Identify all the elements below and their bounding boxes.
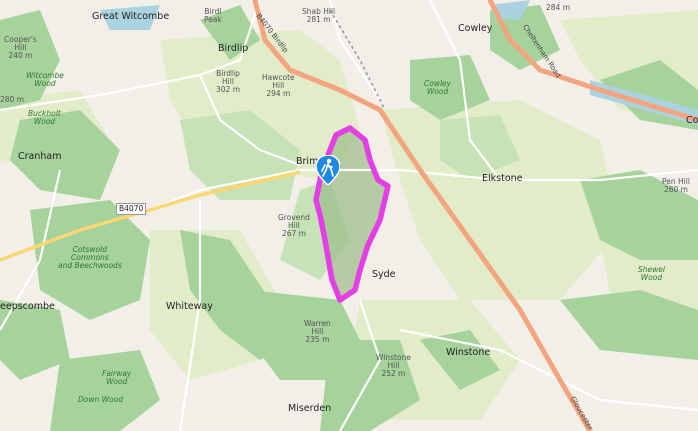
wood-witcombe-wood: Witcombe Wood [26,71,64,88]
wood-cotswold-commons: Cotswold Commons and Beechwoods [58,245,122,270]
place-winstone: Winstone [446,347,491,358]
place-whiteway: Whiteway [166,301,213,312]
hill-winstone-hill: Winstone Hill 252 m [376,353,411,378]
place-elkstone: Elkstone [482,173,523,184]
place-colesbourne: Co [686,115,698,126]
hill-birdlip-peak: Birdl Peak [204,7,222,24]
hill-coopers-hill: Cooper's Hill 240 m [4,35,37,60]
wood-shewel-wood: Shewel Wood [638,265,665,282]
spot-height-284: 284 m [546,3,571,12]
place-cranham: Cranham [18,151,62,162]
place-cowley: Cowley [458,23,493,34]
hill-pen-hill: Pen Hill 260 m [662,177,690,194]
map-base-layer [0,0,698,431]
wood-cowley-wood: Cowley Wood [424,79,452,96]
hiker-marker[interactable] [316,155,340,185]
place-birdlip: Birdlip [218,43,249,54]
place-miserden: Miserden [288,403,332,414]
hill-shab-hill: Shab Hill 281 m [302,7,336,24]
place-syde: Syde [372,269,396,280]
place-brimpsfield: Brim [296,156,319,167]
hill-hawcote-hill: Hawcote Hill 294 m [262,73,295,98]
wood-buckholt-wood: Buckholt Wood [28,109,61,126]
wood-fairway-wood: Fairway Wood [102,369,132,386]
hiker-icon [316,155,340,185]
hill-warren-hill: Warren Hill 235 m [304,319,331,344]
hill-birdlip-hill: Birdlip Hill 302 m [216,69,241,94]
road-shield-b4070: B4070 [116,203,147,215]
wood-down-wood: Down Wood [78,395,123,404]
map-canvas[interactable]: Great Witcombe Birdlip Cowley Cranham Br… [0,0,698,431]
hill-grovend-hill: Grovend Hill 267 m [278,213,310,238]
spot-height-280: 280 m [0,95,25,104]
place-great-witcombe: Great Witcombe [92,11,170,22]
place-sheepscombe: eepscombe [0,301,55,312]
